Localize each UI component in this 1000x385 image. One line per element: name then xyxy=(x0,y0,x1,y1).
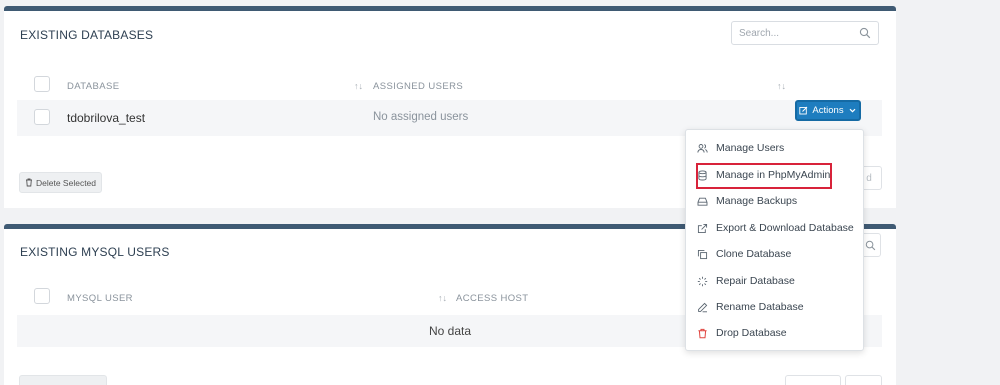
pencil-icon xyxy=(698,302,708,312)
column-header-database[interactable]: DATABASE xyxy=(67,81,119,92)
pagination-button[interactable] xyxy=(845,375,882,385)
search-icon[interactable] xyxy=(859,27,871,39)
trash-icon xyxy=(698,328,707,338)
assigned-users-cell: No assigned users xyxy=(373,111,469,123)
select-all-checkbox[interactable] xyxy=(34,288,50,304)
column-header-mysql-user[interactable]: MYSQL USER xyxy=(67,293,133,304)
delete-selected-button[interactable] xyxy=(19,375,107,385)
select-all-checkbox[interactable] xyxy=(34,76,50,92)
edit-icon xyxy=(799,106,808,115)
chevron-down-icon xyxy=(849,108,856,113)
search-box[interactable] xyxy=(731,21,879,45)
column-header-assigned-users[interactable]: ASSIGNED USERS xyxy=(373,81,463,92)
database-icon xyxy=(698,169,707,180)
menu-item-drop-database[interactable]: Drop Database xyxy=(686,322,863,344)
trash-icon xyxy=(26,178,32,187)
delete-selected-button[interactable]: Delete Selected xyxy=(19,172,103,193)
menu-item-label: Manage Backups xyxy=(716,195,798,207)
search-icon[interactable] xyxy=(865,240,876,251)
row-checkbox[interactable] xyxy=(34,109,50,125)
external-link-icon xyxy=(697,223,708,233)
actions-label: Actions xyxy=(812,105,844,116)
actions-dropdown-menu: Manage Users Manage in PhpMyAdmin Manage… xyxy=(685,129,864,351)
panel-title: EXISTING MYSQL USERS xyxy=(20,245,170,259)
menu-item-label: Rename Database xyxy=(716,301,804,313)
menu-item-label: Clone Database xyxy=(716,248,792,260)
loader-icon xyxy=(697,276,708,286)
menu-item-label: Repair Database xyxy=(716,275,795,287)
sort-icon[interactable]: ↑↓ xyxy=(438,293,447,303)
search-input[interactable] xyxy=(732,22,850,44)
pagination-button[interactable] xyxy=(785,375,841,385)
sort-icon[interactable]: ↑↓ xyxy=(777,81,786,91)
menu-item-label: Manage in PhpMyAdmin xyxy=(716,169,831,181)
menu-item-clone-database[interactable]: Clone Database xyxy=(686,243,863,265)
users-icon xyxy=(697,143,708,153)
menu-item-repair-database[interactable]: Repair Database xyxy=(686,270,863,292)
menu-item-label: Export & Download Database xyxy=(716,222,854,234)
menu-item-manage-in-phpmyadmin[interactable]: Manage in PhpMyAdmin xyxy=(686,164,863,186)
column-header-access-host[interactable]: ACCESS HOST xyxy=(456,293,529,304)
actions-dropdown-button[interactable]: Actions xyxy=(795,100,861,121)
hard-drive-icon xyxy=(697,197,708,206)
sort-icon[interactable]: ↑↓ xyxy=(354,81,363,91)
copy-icon xyxy=(697,249,708,259)
menu-item-manage-backups[interactable]: Manage Backups xyxy=(686,190,863,212)
menu-item-export-download[interactable]: Export & Download Database xyxy=(686,217,863,239)
menu-item-label: Manage Users xyxy=(716,142,785,154)
panel-title: EXISTING DATABASES xyxy=(20,28,154,42)
add-database-button-label: d xyxy=(866,172,872,184)
empty-state-text: No data xyxy=(429,324,472,338)
menu-item-label: Drop Database xyxy=(716,327,787,339)
menu-item-manage-users[interactable]: Manage Users xyxy=(686,137,863,159)
delete-selected-label: Delete Selected xyxy=(36,177,97,188)
menu-item-rename-database[interactable]: Rename Database xyxy=(686,296,863,318)
database-name: tdobrilova_test xyxy=(67,111,146,125)
